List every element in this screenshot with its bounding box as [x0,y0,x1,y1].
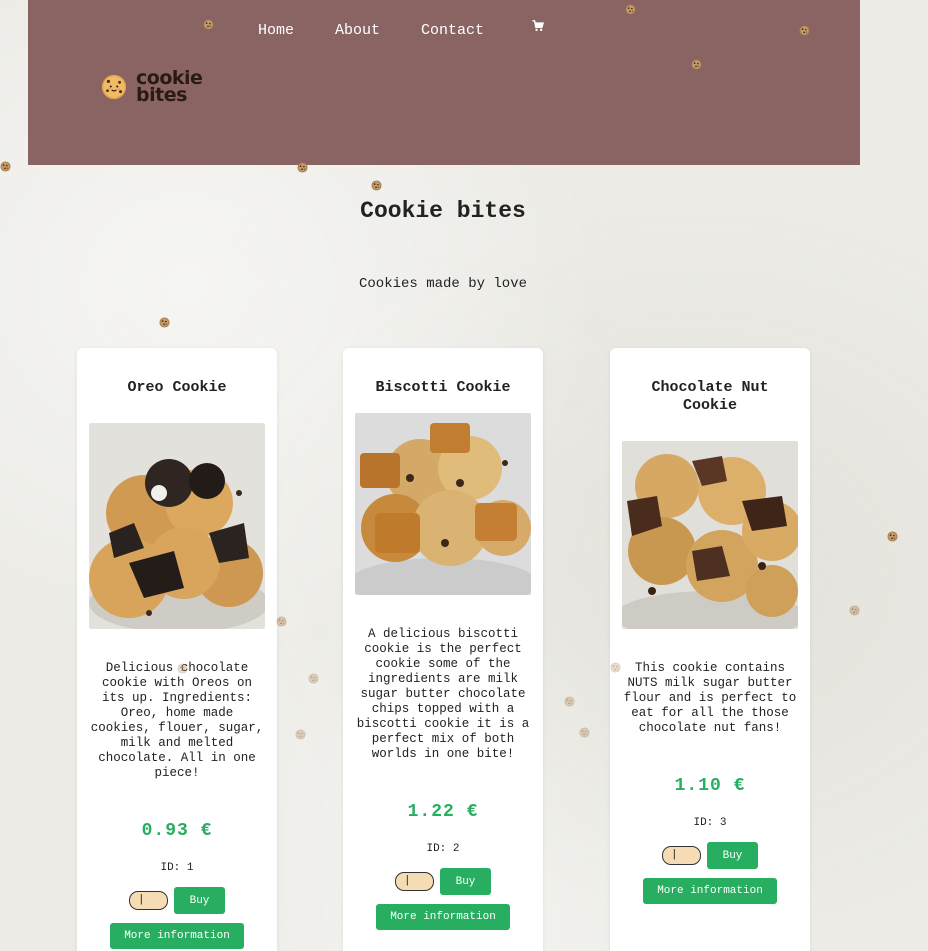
logo[interactable]: cookie bites [100,69,203,106]
product-image-biscotti [355,413,531,595]
product-id: ID: 3 [693,817,727,829]
cookie-sprinkle-icon [579,727,590,738]
nav-contact-link[interactable]: Contact [421,22,484,39]
cookie-sprinkle-icon [625,4,636,15]
buy-row: | Buy [610,842,810,869]
cookie-sprinkle-icon [276,616,287,627]
page-title: Cookie bites [360,198,526,224]
cookie-sprinkle-icon [308,673,319,684]
cookie-sprinkle-icon [564,696,575,707]
cookie-sprinkle-icon [177,663,188,674]
product-card-oreo: Oreo Cookie Delicious chocolate cookie w… [77,348,277,951]
product-description: A delicious biscotti cookie is the perfe… [356,627,530,761]
cookie-sprinkle-icon [610,662,621,673]
product-id: ID: 1 [160,862,194,874]
product-title: Chocolate Nut Cookie [651,379,769,414]
buy-row: | Buy [343,868,543,895]
page-tagline: Cookies made by love [358,276,528,292]
more-information-button[interactable]: More information [376,904,510,930]
buy-row: | Buy [77,887,277,914]
product-title: Biscotti Cookie [375,379,511,396]
logo-line-2: bites [136,84,187,106]
product-image-chocolate-nut [622,441,798,629]
product-price: 1.10 € [674,776,746,796]
product-image-oreo [89,423,265,629]
cookie-sprinkle-icon [691,59,702,70]
cookie-sprinkle-icon [203,19,214,30]
cookie-sprinkle-icon [295,729,306,740]
product-description: This cookie contains NUTS milk sugar but… [623,661,797,735]
cookie-sprinkle-icon [297,162,308,173]
product-title: Oreo Cookie [127,379,227,396]
nav-home-link[interactable]: Home [258,22,294,39]
nav-about-link[interactable]: About [335,22,380,39]
cookie-sprinkle-icon [887,531,898,542]
product-card-chocolate-nut: Chocolate Nut Cookie This cookie contain… [610,348,810,951]
product-description: Delicious chocolate cookie with Oreos on… [90,661,264,780]
quantity-input[interactable]: | [129,891,168,910]
product-id: ID: 2 [426,843,460,855]
cookie-sprinkle-icon [0,161,11,172]
cookie-logo-icon [101,74,127,100]
cookie-sprinkle-icon [371,180,382,191]
cookie-sprinkle-icon [159,317,170,328]
more-information-button[interactable]: More information [110,923,244,949]
main-nav: Home About Contact [258,22,525,39]
logo-wordmark: cookie bites [136,69,203,106]
quantity-input[interactable]: | [395,872,434,891]
cookie-sprinkle-icon [799,25,810,36]
more-information-button[interactable]: More information [643,878,777,904]
site-header: Home About Contact cookie bites [28,0,860,165]
product-price: 1.22 € [407,802,479,822]
buy-button[interactable]: Buy [174,887,225,914]
buy-button[interactable]: Buy [440,868,491,895]
product-card-biscotti: Biscotti Cookie A delicious biscotti coo… [343,348,543,951]
buy-button[interactable]: Buy [707,842,758,869]
quantity-input[interactable]: | [662,846,701,865]
cart-icon[interactable] [532,20,544,32]
cookie-sprinkle-icon [849,605,860,616]
product-price: 0.93 € [141,821,213,841]
